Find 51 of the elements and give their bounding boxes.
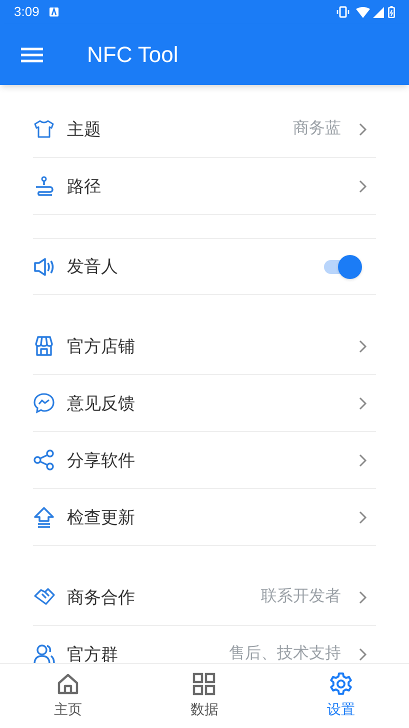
list-item[interactable]: 商务合作 联系开发者	[33, 569, 376, 626]
route-icon	[33, 175, 55, 197]
settings-icon	[328, 672, 353, 696]
chevron-right-icon	[359, 454, 367, 466]
item-label: 主题	[67, 120, 101, 138]
app-title: NFC Tool	[87, 41, 178, 69]
shirt-icon	[33, 118, 55, 140]
item-label: 意见反馈	[67, 394, 135, 412]
item-value: 售后、技术支持	[229, 646, 341, 662]
chat-bubble-icon	[33, 392, 55, 414]
item-label: 发音人	[67, 258, 118, 275]
list-item[interactable]: 分享软件	[33, 432, 376, 489]
battery-icon	[388, 6, 395, 18]
share-icon	[33, 449, 55, 471]
setting-row[interactable]: 发音人	[33, 238, 376, 295]
item-label: 路径	[67, 178, 101, 194]
chevron-right-icon	[359, 510, 367, 524]
chevron-right-icon	[359, 180, 367, 192]
menu-icon[interactable]	[21, 46, 43, 62]
item-value: 商务蓝	[293, 121, 341, 137]
list-item[interactable]: 路径	[33, 158, 376, 215]
wifi-icon	[356, 6, 370, 18]
item-label: 商务合作	[67, 588, 135, 606]
people-icon	[33, 643, 55, 663]
up-arrow-icon	[33, 506, 55, 528]
list-item[interactable]: 官方店铺	[33, 318, 376, 375]
vibrate-icon	[336, 6, 350, 18]
toggle-switch[interactable]	[322, 254, 362, 278]
nav-tab[interactable]: 主页	[0, 664, 136, 728]
list-item[interactable]: 检查更新	[33, 489, 376, 546]
chevron-right-icon	[359, 590, 367, 604]
nav-tab[interactable]: 设置	[272, 664, 409, 728]
home-icon	[56, 672, 80, 696]
chevron-right-icon	[359, 648, 367, 660]
chevron-right-icon	[359, 396, 367, 410]
store-icon	[33, 335, 55, 357]
item-label: 检查更新	[67, 508, 135, 526]
chevron-right-icon	[359, 340, 367, 352]
grid-icon	[192, 672, 216, 696]
item-label: 分享软件	[67, 452, 135, 468]
status-time: 3:09	[14, 3, 40, 22]
item-label: 官方店铺	[67, 338, 135, 354]
item-value: 联系开发者	[261, 589, 341, 605]
signal-icon	[373, 6, 384, 18]
item-label: 官方群	[67, 646, 118, 662]
list-item[interactable]: 主题 商务蓝	[33, 101, 376, 158]
chevron-right-icon	[359, 122, 367, 136]
speaker-icon	[33, 256, 55, 278]
notification-icon	[49, 7, 60, 17]
list-item[interactable]: 意见反馈	[33, 375, 376, 432]
nav-tab[interactable]: 数据	[136, 664, 273, 728]
